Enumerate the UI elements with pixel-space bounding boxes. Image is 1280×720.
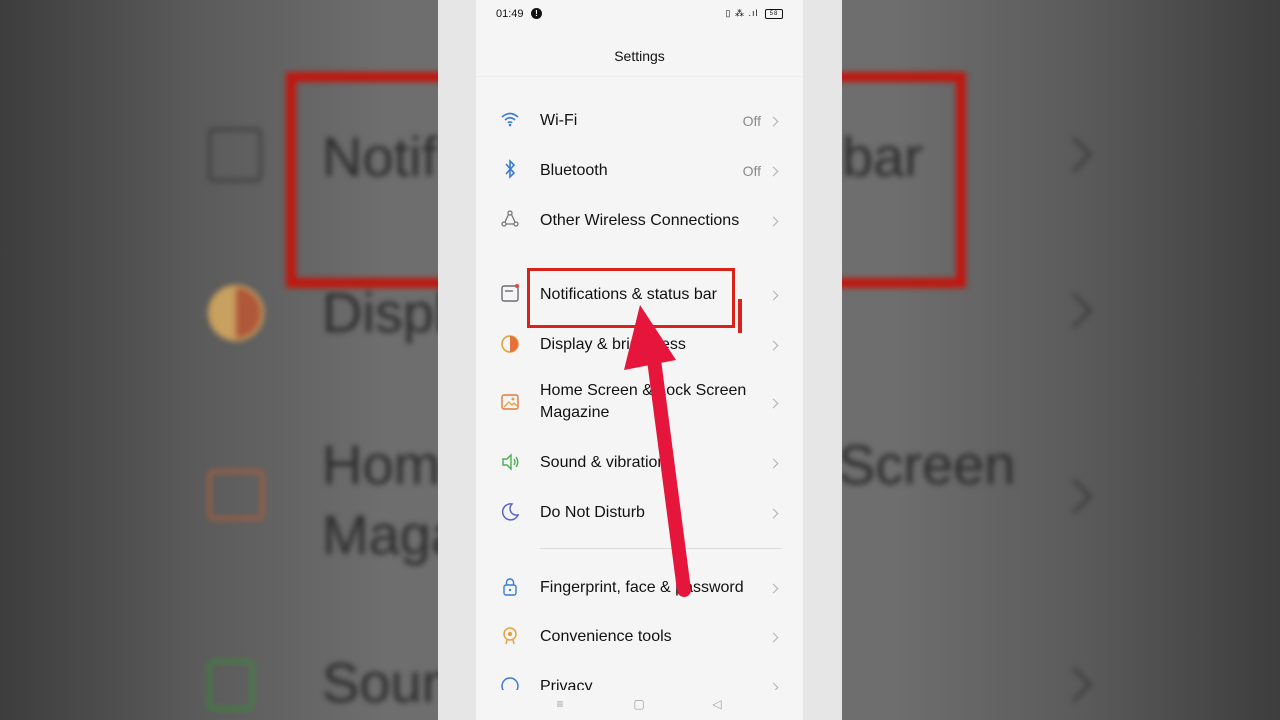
settings-item-label: Convenience tools: [540, 628, 672, 645]
chevron-right-icon: [768, 398, 779, 409]
back-button[interactable]: ◁: [711, 698, 723, 710]
highlight-box: [527, 268, 742, 333]
settings-item-label: Home Screen & Lock Screen Magazine: [540, 382, 747, 421]
display-brightness-icon: [500, 334, 520, 354]
background-sound-icon: [208, 660, 254, 710]
lock-icon: [500, 577, 520, 597]
wireless-connections-icon: [500, 209, 520, 229]
chevron-right-icon: [768, 508, 779, 519]
settings-item-label: Bluetooth: [540, 162, 608, 179]
background-text-notif: Notif: [322, 125, 438, 188]
settings-item-do-not-disturb[interactable]: Do Not Disturb: [476, 489, 803, 533]
background-text-displ: Displ: [322, 281, 447, 344]
background-chevron: [1056, 478, 1093, 515]
settings-item-label: Wi-Fi: [540, 112, 578, 129]
chevron-right-icon: [768, 216, 779, 227]
signal-icons: ▯ ⁂ .ıl: [725, 8, 759, 18]
notification-icon: [500, 283, 520, 303]
chevron-right-icon: [768, 583, 779, 594]
settings-item-label: Display & brightness: [540, 336, 686, 353]
moon-icon: [500, 502, 520, 522]
background-wallpaper-icon: [208, 470, 264, 520]
settings-item-convenience-tools[interactable]: Convenience tools: [476, 613, 803, 657]
settings-item-fingerprint-face-password[interactable]: Fingerprint, face & password: [476, 564, 803, 608]
chevron-right-icon: [768, 166, 779, 177]
background-text-soun: Soun: [322, 651, 453, 714]
battery-icon: 58: [765, 8, 783, 19]
status-bar: 01:49 ! ▯ ⁂ .ıl 58: [476, 0, 803, 28]
settings-item-bluetooth[interactable]: Bluetooth Off: [476, 145, 803, 189]
sound-icon: [500, 452, 520, 472]
settings-item-label: Other Wireless Connections: [540, 212, 740, 229]
background-notification-icon: [208, 128, 262, 182]
settings-item-label: Fingerprint, face & password: [540, 579, 744, 596]
settings-item-home-lock-screen[interactable]: Home Screen & Lock Screen Magazine: [476, 376, 803, 426]
background-chevron: [1056, 136, 1093, 173]
background-chevron: [1056, 666, 1093, 703]
chevron-right-icon: [768, 290, 779, 301]
page-title: Settings: [476, 36, 803, 77]
navigation-bar: ≡ ▢ ◁: [476, 690, 803, 720]
background-display-icon: [208, 285, 264, 341]
settings-screen: 01:49 ! ▯ ⁂ .ıl 58 Settings Wi-Fi Off Bl…: [476, 0, 803, 720]
wallpaper-icon: [500, 392, 520, 412]
chevron-right-icon: [768, 340, 779, 351]
chevron-right-icon: [768, 632, 779, 643]
background-text-hom: Hom: [322, 433, 441, 496]
home-button[interactable]: ▢: [633, 698, 645, 710]
phone-frame: 01:49 ! ▯ ⁂ .ıl 58 Settings Wi-Fi Off Bl…: [438, 0, 842, 720]
status-indicators: ▯ ⁂ .ıl 58: [726, 8, 783, 19]
wifi-icon: [500, 109, 520, 129]
settings-item-label: Sound & vibration: [540, 454, 667, 471]
settings-item-wifi[interactable]: Wi-Fi Off: [476, 95, 803, 139]
background-chevron: [1056, 292, 1093, 329]
status-time: 01:49: [496, 8, 524, 20]
notification-badge-icon: !: [531, 8, 542, 19]
menu-icon[interactable]: ≡: [554, 698, 566, 710]
convenience-icon: [500, 626, 520, 646]
settings-item-label: Do Not Disturb: [540, 504, 645, 521]
settings-item-value: Off: [742, 113, 761, 129]
settings-item-other-wireless[interactable]: Other Wireless Connections: [476, 195, 803, 239]
section-divider: [540, 548, 782, 549]
background-text-screen: Screen: [838, 433, 1016, 496]
chevron-right-icon: [768, 458, 779, 469]
chevron-right-icon: [768, 116, 779, 127]
background-text-bar: bar: [842, 125, 923, 188]
settings-item-value: Off: [742, 163, 761, 179]
settings-item-sound-vibration[interactable]: Sound & vibration: [476, 439, 803, 483]
bluetooth-icon: [500, 159, 520, 179]
